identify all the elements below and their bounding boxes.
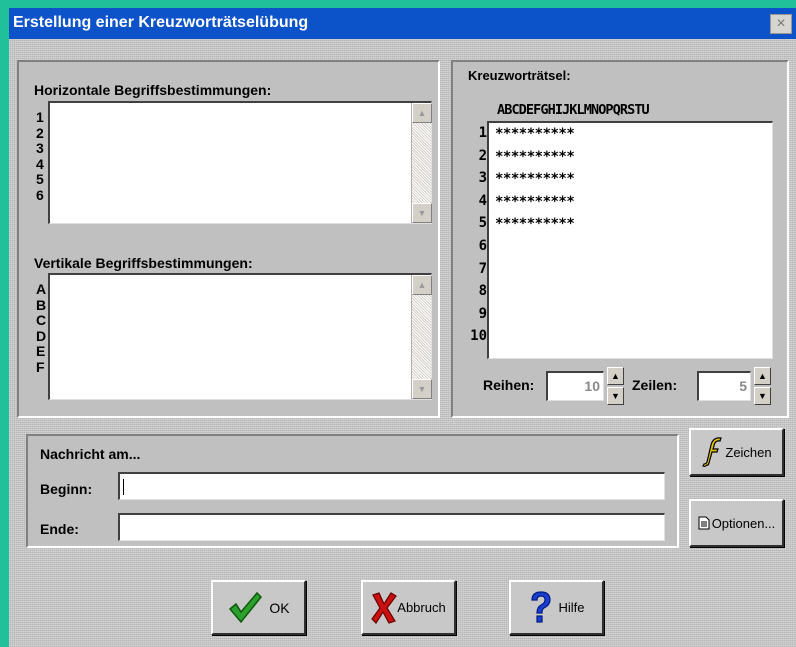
row-number: 10 [470,328,487,345]
reihen-label: Reihen: [483,377,535,393]
grid-row [495,307,772,330]
reihen-up-button[interactable]: ▲ [607,367,624,385]
crossword-label: Kreuzworträtsel: [468,68,571,83]
reihen-input[interactable]: 10 [546,371,604,401]
optionen-label: Optionen... [711,515,776,531]
end-input[interactable] [118,513,665,541]
row-number: 8 [478,283,487,300]
row-number: 3 [36,140,44,156]
row-number: 1 [478,125,487,141]
zeilen-down-button[interactable]: ▼ [754,387,771,405]
row-letter: D [36,327,47,344]
abbruch-label: Abbruch [397,600,446,615]
arrow-down-icon: ▼ [758,391,767,401]
row-number: 4 [36,155,44,172]
arrow-down-icon: ▼ [611,391,620,401]
row-number: 6 [478,237,487,254]
grid-row: ********** [495,148,575,165]
zeilen-up-button[interactable]: ▲ [754,367,771,385]
arrow-up-icon: ▲ [417,108,427,118]
vertical-row-letters: A B C D E F [36,281,47,375]
row-number: 9 [478,305,487,322]
dialog-body: Horizontale Begriffsbestimmungen: 1 2 3 … [9,39,796,647]
row-letter: F [36,358,45,375]
row-number: 6 [36,186,44,203]
font-f-icon [702,437,723,467]
text-cursor [123,479,124,495]
optionen-button[interactable]: Optionen... [689,499,784,547]
row-letter: C [36,312,47,328]
crossword-grid[interactable]: ********** ********** ********** *******… [487,121,773,359]
definitions-panel: Horizontale Begriffsbestimmungen: 1 2 3 … [17,60,440,418]
message-panel: Nachricht am... Beginn: Ende: [26,434,679,548]
red-x-icon [371,591,398,624]
hilfe-button[interactable]: Hilfe [509,580,604,635]
close-button[interactable]: × [770,14,792,34]
row-number: 5 [478,215,487,232]
begin-label: Beginn: [40,481,93,497]
grid-row: ********** [495,193,575,210]
ok-button[interactable]: OK [211,580,306,635]
begin-input[interactable] [118,472,665,500]
grid-row [495,239,772,262]
crossword-column-header: ABCDEFGHIJKLMNOPQRSTU [497,102,650,118]
horizontal-label: Horizontale Begriffsbestimmungen: [34,82,272,98]
row-number: 7 [478,260,487,277]
row-number: 1 [36,109,44,125]
row-number: 4 [478,192,487,209]
arrow-up-icon: ▲ [758,371,767,381]
zeilen-input[interactable]: 5 [697,371,751,401]
reihen-down-button[interactable]: ▼ [607,387,624,405]
row-number: 2 [36,124,44,141]
grid-row: ********** [495,216,575,233]
window-title: Erstellung einer Kreuzworträtselübung [13,14,309,31]
end-label: Ende: [40,521,79,537]
message-label: Nachricht am... [40,446,141,462]
scroll-down-button[interactable]: ▼ [412,379,432,399]
zeilen-label: Zeilen: [632,377,678,393]
horizontal-definitions-textarea[interactable]: ▲ ▼ [48,101,432,224]
row-number: 2 [478,147,487,164]
scroll-up-button[interactable]: ▲ [412,275,432,295]
crossword-panel: Kreuzworträtsel: ABCDEFGHIJKLMNOPQRSTU 1… [451,60,789,418]
title-bar: Erstellung einer Kreuzworträtselübung × [9,8,796,39]
vertical-scrollbar[interactable]: ▲ ▼ [411,275,432,399]
question-mark-icon [531,590,552,623]
scroll-up-button[interactable]: ▲ [412,103,432,123]
arrow-up-icon: ▲ [417,280,427,290]
grid-row: ********** [495,171,575,188]
zeichen-button[interactable]: Zeichen [689,428,784,476]
abbruch-button[interactable]: Abbruch [361,580,456,635]
checkmark-icon [229,591,263,623]
scroll-down-button[interactable]: ▼ [412,203,432,223]
row-letter: A [36,281,47,297]
grid-row: ********** [495,126,575,142]
horizontal-row-numbers: 1 2 3 4 5 6 [36,109,44,203]
grid-row [495,284,772,307]
vertical-definitions-textarea[interactable]: ▲ ▼ [48,273,432,400]
row-letter: E [36,343,46,359]
row-number: 3 [478,170,487,187]
grid-row [495,262,772,285]
grid-row [495,329,772,352]
arrow-down-icon: ▼ [417,384,427,394]
vertical-label: Vertikale Begriffsbestimmungen: [34,255,253,271]
hilfe-label: Hilfe [558,600,585,615]
horizontal-scrollbar[interactable]: ▲ ▼ [411,103,432,223]
row-number: 5 [36,171,44,187]
arrow-down-icon: ▼ [417,208,427,218]
zeichen-label: Zeichen [725,444,772,460]
arrow-up-icon: ▲ [611,371,620,381]
document-icon [698,516,710,530]
close-icon: × [776,15,786,32]
crossword-row-numbers: 1 2 3 4 5 6 7 8 9 10 [467,125,487,351]
ok-label: OK [269,599,290,616]
row-letter: B [36,296,47,313]
